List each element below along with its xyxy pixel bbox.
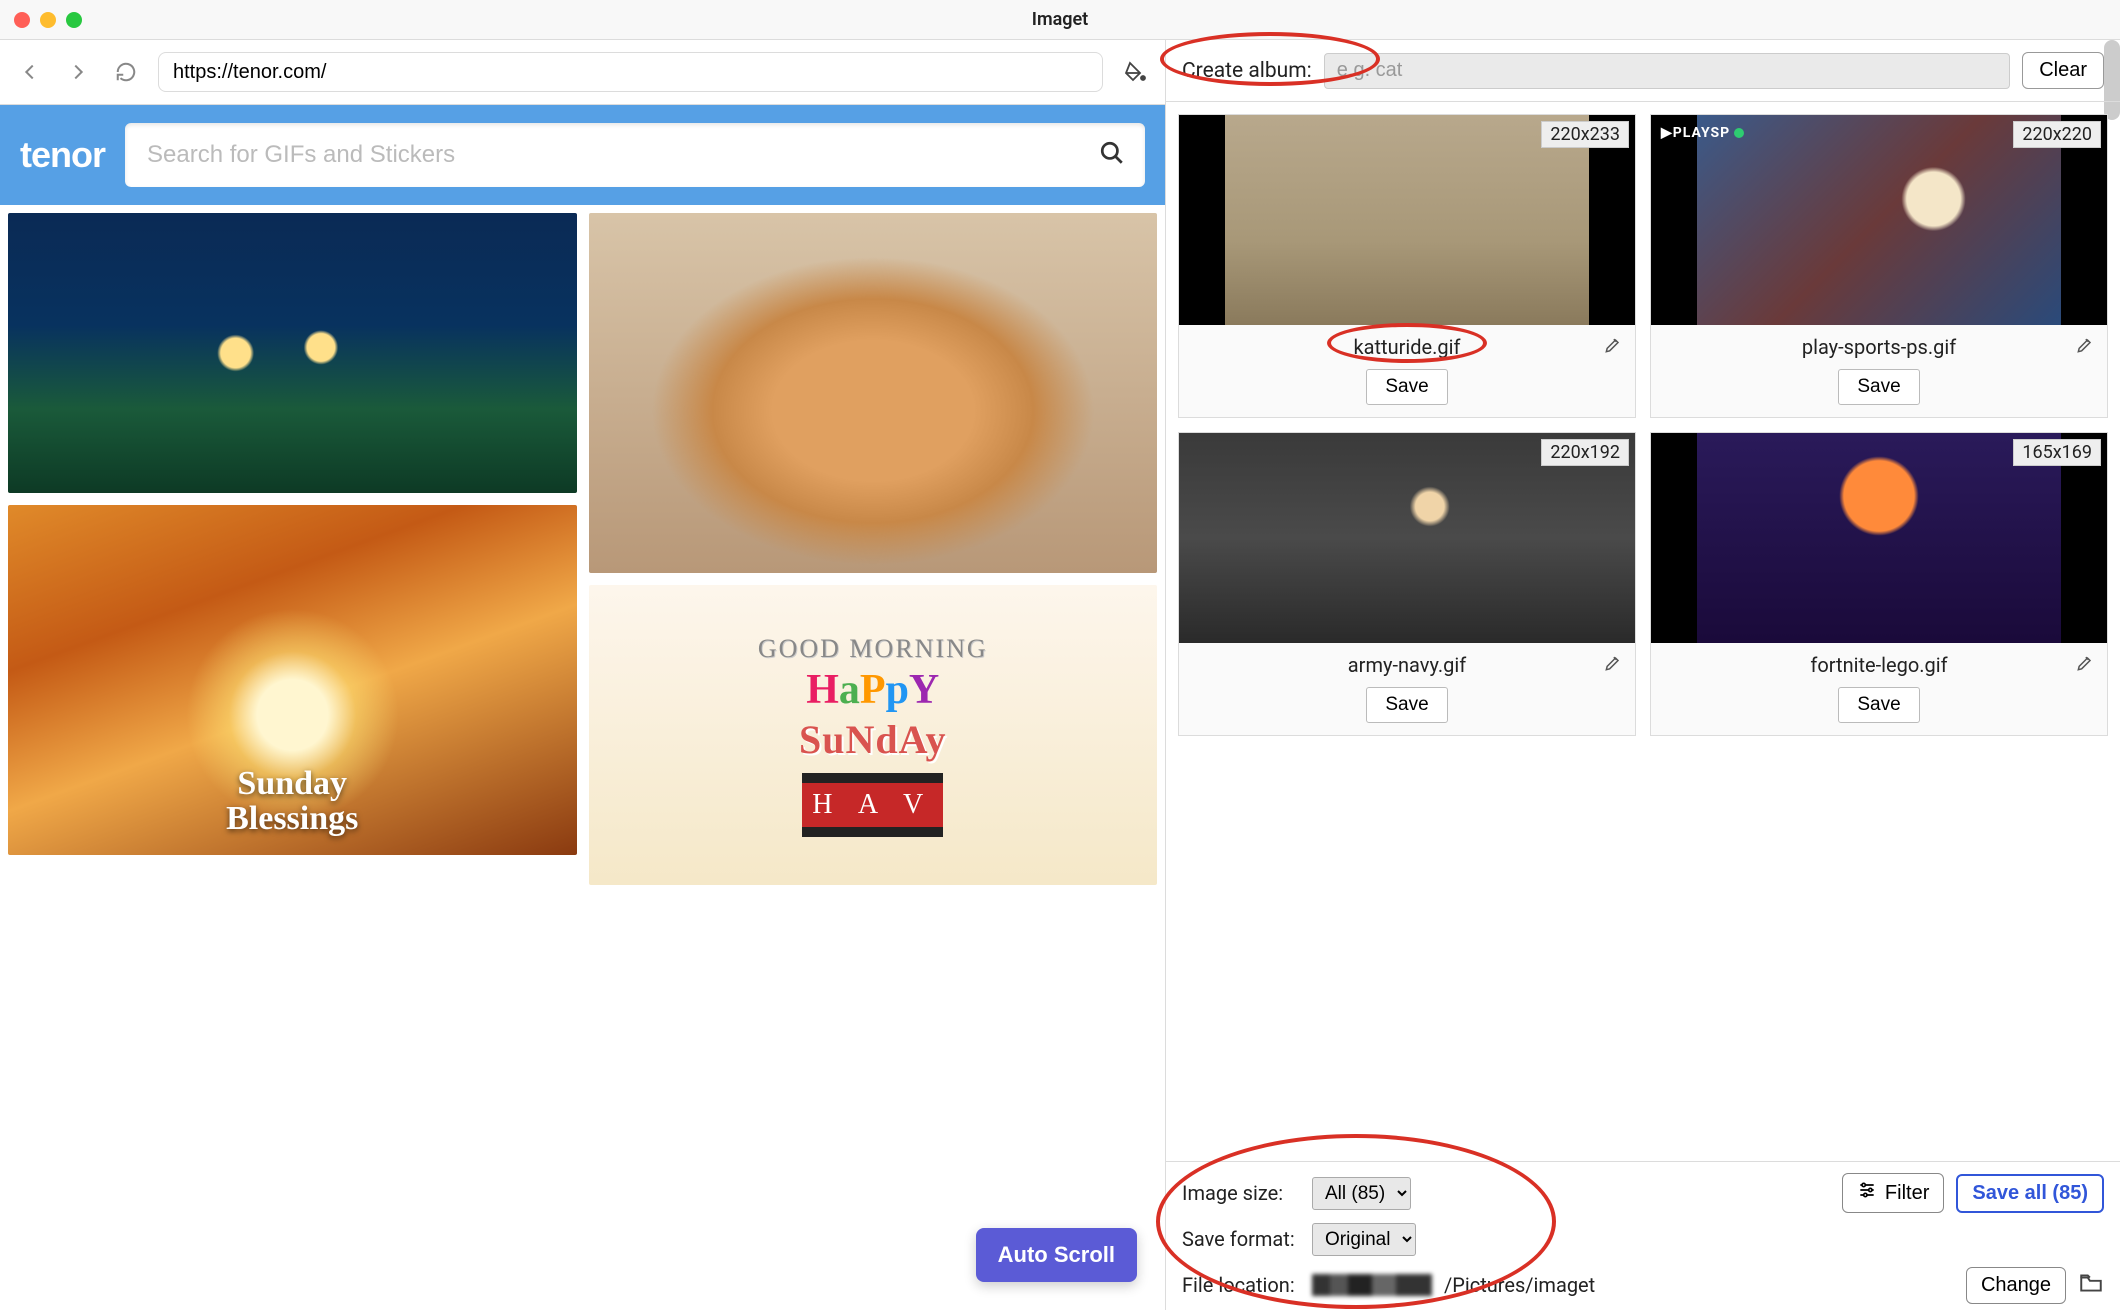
gif-text: SuNdAy — [799, 716, 947, 763]
gif-overlay-text: Sunday Blessings — [8, 766, 577, 837]
tenor-search-bar[interactable] — [125, 123, 1145, 187]
filename-label: fortnite-lego.gif — [1810, 653, 1947, 677]
save-all-button[interactable]: Save all (85) — [1956, 1174, 2104, 1213]
dimension-badge: 220x220 — [2013, 121, 2101, 148]
url-input[interactable] — [158, 52, 1103, 92]
create-album-input[interactable] — [1324, 53, 2010, 89]
file-location-path: /Pictures/imaget — [1444, 1273, 1595, 1297]
save-button[interactable]: Save — [1838, 369, 1919, 405]
image-size-label: Image size: — [1182, 1181, 1300, 1205]
gif-tile-cat[interactable] — [589, 213, 1158, 573]
minimize-window-button[interactable] — [40, 12, 56, 28]
folder-icon[interactable] — [2078, 1270, 2104, 1301]
edit-icon[interactable] — [2075, 335, 2095, 355]
save-button[interactable]: Save — [1838, 687, 1919, 723]
result-card: 220x233 katturide.gif Save — [1178, 114, 1636, 418]
browser-pane: tenor Sunday Blessings — [0, 40, 1166, 1310]
filter-button[interactable]: Filter — [1842, 1173, 1944, 1213]
file-location-label: File location: — [1182, 1273, 1300, 1297]
filename-row: army-navy.gif — [1179, 643, 1635, 687]
result-thumbnail[interactable]: 165x169 — [1651, 433, 2107, 643]
gif-text: GOOD MORNING — [758, 634, 988, 664]
filename-label: katturide.gif — [1354, 335, 1461, 359]
result-card: 220x192 army-navy.gif Save — [1178, 432, 1636, 736]
gif-tile-autumn-blessings[interactable]: Sunday Blessings — [8, 505, 577, 855]
dimension-badge: 220x233 — [1541, 121, 1629, 148]
change-location-button[interactable]: Change — [1966, 1267, 2066, 1304]
dimension-badge: 165x169 — [2013, 439, 2101, 466]
watermark-label: ▶PLAYSP — [1661, 125, 1744, 141]
result-card: 220x220 ▶PLAYSP play-sports-ps.gif Save — [1650, 114, 2108, 418]
save-button[interactable]: Save — [1366, 369, 1447, 405]
gif-tile-happy-sunday[interactable]: GOOD MORNING HaPpY SuNdAy H A V — [589, 585, 1158, 885]
album-row: Create album: Clear — [1166, 40, 2120, 102]
filename-row: play-sports-ps.gif — [1651, 325, 2107, 369]
tenor-search-input[interactable] — [145, 140, 1099, 170]
filename-row: katturide.gif — [1179, 325, 1635, 369]
result-card: 165x169 fortnite-lego.gif Save — [1650, 432, 2108, 736]
gif-tile-candles[interactable] — [8, 213, 577, 493]
results-grid: 220x233 katturide.gif Save 220x220 ▶PLAYSP pl… — [1166, 102, 2120, 1161]
window-title: Imaget — [0, 9, 2120, 30]
save-format-label: Save format: — [1182, 1227, 1300, 1251]
filename-label: play-sports-ps.gif — [1802, 335, 1956, 359]
tenor-gif-grid: Sunday Blessings GOOD MORNING HaPpY SuNd… — [0, 205, 1165, 1310]
maximize-window-button[interactable] — [66, 12, 82, 28]
tenor-header: tenor — [0, 105, 1165, 205]
paint-bucket-icon[interactable] — [1119, 56, 1151, 88]
address-bar — [0, 40, 1165, 105]
filename-row: fortnite-lego.gif — [1651, 643, 2107, 687]
search-icon[interactable] — [1099, 140, 1125, 171]
file-location-redacted — [1312, 1274, 1432, 1296]
embedded-site: tenor Sunday Blessings — [0, 105, 1165, 1310]
sliders-icon — [1857, 1180, 1877, 1206]
result-thumbnail[interactable]: 220x220 ▶PLAYSP — [1651, 115, 2107, 325]
window-titlebar: Imaget — [0, 0, 2120, 40]
save-button[interactable]: Save — [1366, 687, 1447, 723]
clear-button[interactable]: Clear — [2022, 52, 2104, 89]
edit-icon[interactable] — [1603, 653, 1623, 673]
filename-label: army-navy.gif — [1348, 653, 1466, 677]
create-album-label: Create album: — [1182, 59, 1312, 83]
forward-button[interactable] — [62, 56, 94, 88]
gif-text: HaPpY — [806, 666, 939, 714]
result-thumbnail[interactable]: 220x192 — [1179, 433, 1635, 643]
auto-scroll-button[interactable]: Auto Scroll — [976, 1228, 1137, 1282]
result-thumbnail[interactable]: 220x233 — [1179, 115, 1635, 325]
tenor-logo: tenor — [20, 134, 105, 176]
image-size-select[interactable]: All (85) — [1312, 1177, 1411, 1210]
gif-text: H A V — [802, 773, 943, 837]
edit-icon[interactable] — [1603, 335, 1623, 355]
edit-icon[interactable] — [2075, 653, 2095, 673]
reload-button[interactable] — [110, 56, 142, 88]
bottom-controls: Image size: All (85) Filter Save all (85… — [1166, 1161, 2120, 1310]
dimension-badge: 220x192 — [1541, 439, 1629, 466]
window-controls — [14, 12, 82, 28]
downloader-pane: Create album: Clear 220x233 katturide.gif… — [1166, 40, 2120, 1310]
close-window-button[interactable] — [14, 12, 30, 28]
save-format-select[interactable]: Original — [1312, 1223, 1416, 1256]
back-button[interactable] — [14, 56, 46, 88]
